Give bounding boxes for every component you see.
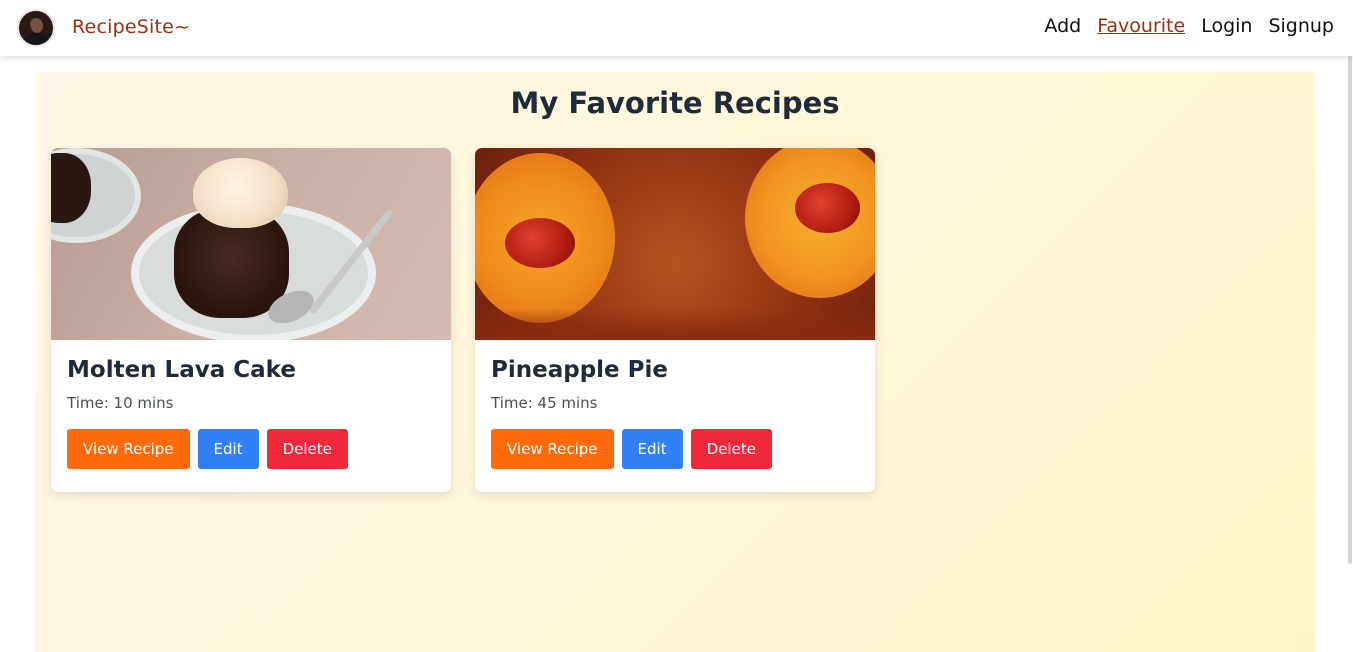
scrollbar[interactable]: [1345, 0, 1353, 651]
recipe-card: Molten Lava Cake Time: 10 mins View Reci…: [51, 148, 451, 492]
nav-link-add[interactable]: Add: [1044, 15, 1081, 37]
page-title: My Favorite Recipes: [510, 86, 840, 120]
avatar[interactable]: [17, 9, 55, 47]
recipe-actions: View Recipe Edit Delete: [67, 429, 435, 469]
recipe-card-body: Molten Lava Cake Time: 10 mins View Reci…: [51, 340, 451, 469]
nav-link-signup[interactable]: Signup: [1268, 15, 1334, 37]
edit-button[interactable]: Edit: [621, 429, 683, 469]
edit-button[interactable]: Edit: [197, 429, 259, 469]
nav-links: Add Favourite Login Signup: [1044, 15, 1334, 37]
recipe-actions: View Recipe Edit Delete: [491, 429, 859, 469]
scrollbar-thumb[interactable]: [1348, 4, 1352, 564]
avatar-body: [25, 33, 49, 45]
recipe-title: Pineapple Pie: [491, 357, 668, 383]
nav-link-favourite[interactable]: Favourite: [1097, 15, 1185, 37]
view-recipe-button[interactable]: View Recipe: [491, 429, 614, 469]
main-content: My Favorite Recipes Molten Lava Cake Tim…: [35, 72, 1315, 652]
recipe-card: Pineapple Pie Time: 45 mins View Recipe …: [475, 148, 875, 492]
brand-link[interactable]: RecipeSite~: [72, 16, 190, 38]
recipe-title: Molten Lava Cake: [67, 357, 296, 383]
view-recipe-button[interactable]: View Recipe: [67, 429, 190, 469]
avatar-face: [31, 19, 43, 33]
pineapple-pie-image: [475, 148, 875, 340]
recipe-time: Time: 10 mins: [67, 394, 174, 412]
navbar: RecipeSite~ Add Favourite Login Signup: [0, 0, 1353, 56]
recipe-time: Time: 45 mins: [491, 394, 598, 412]
delete-button[interactable]: Delete: [266, 429, 348, 469]
recipe-card-body: Pineapple Pie Time: 45 mins View Recipe …: [475, 340, 875, 469]
nav-link-login[interactable]: Login: [1201, 15, 1252, 37]
recipe-card-list: Molten Lava Cake Time: 10 mins View Reci…: [51, 148, 875, 492]
molten-lava-cake-image: [51, 148, 451, 340]
delete-button[interactable]: Delete: [690, 429, 772, 469]
